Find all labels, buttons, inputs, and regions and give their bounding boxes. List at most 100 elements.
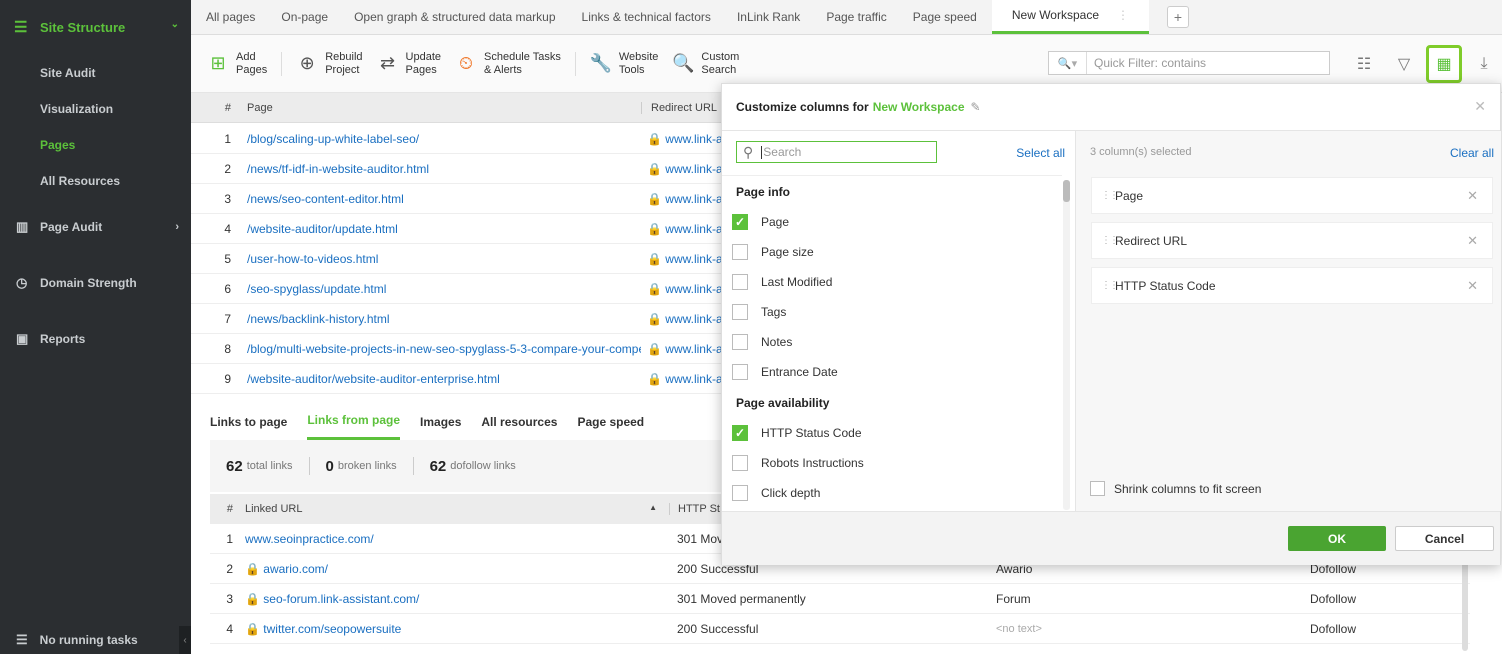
checkbox[interactable] [732, 485, 748, 501]
task-status[interactable]: ☰ No running tasks [0, 626, 191, 654]
page-link[interactable]: /website-auditor/website-auditor-enterpr… [245, 372, 641, 386]
page-link[interactable]: /seo-spyglass/update.html [245, 282, 641, 296]
sidebar-header-site-structure[interactable]: ☰ Site Structure ⌄ [0, 0, 191, 55]
table-row[interactable]: 1/blog/scaling-up-white-label-seo/🔒 www.… [191, 124, 731, 154]
selected-column-redirect-url[interactable]: ⋮⋮ Redirect URL ✕ [1091, 222, 1493, 259]
export-icon[interactable]: ⤓ [1466, 45, 1502, 83]
column-option-click-depth[interactable]: Click depth [722, 478, 1062, 508]
tab-page-speed[interactable]: Page speed [902, 0, 988, 34]
column-option-entrance-date[interactable]: Entrance Date [722, 357, 1062, 387]
checkbox[interactable] [732, 244, 748, 260]
tab-page-traffic[interactable]: Page traffic [815, 0, 897, 34]
page-link[interactable]: /blog/scaling-up-white-label-seo/ [245, 132, 641, 146]
clear-all-link[interactable]: Clear all [1450, 146, 1494, 160]
checkbox[interactable] [732, 274, 748, 290]
column-header-linked-url[interactable]: Linked URL ▲ [245, 503, 669, 515]
redirect-link[interactable]: 🔒 www.link-a [641, 342, 723, 356]
page-link[interactable]: /blog/multi-website-projects-in-new-seo-… [245, 342, 641, 356]
tab-links-to-page[interactable]: Links to page [210, 403, 287, 440]
column-option-last-modified[interactable]: Last Modified [722, 267, 1062, 297]
sidebar-collapse-toggle[interactable]: ‹ [179, 626, 191, 654]
quick-filter-input[interactable]: 🔍▾ Quick Filter: contains [1048, 51, 1330, 75]
list-view-icon[interactable]: ☷ [1346, 45, 1382, 83]
checkbox-checked[interactable]: ✓ [732, 425, 748, 441]
website-tools-button[interactable]: 🔧 Website Tools [590, 51, 659, 77]
sidebar-item-site-audit[interactable]: Site Audit [0, 55, 191, 91]
table-row[interactable]: 6/seo-spyglass/update.html 🔒 www.link-a [191, 274, 731, 304]
redirect-link[interactable]: 🔒 www.link-a [641, 222, 723, 236]
sidebar-item-visualization[interactable]: Visualization [0, 91, 191, 127]
sidebar-item-all-resources[interactable]: All Resources [0, 163, 191, 199]
close-icon[interactable]: ✕ [1474, 98, 1486, 115]
redirect-link[interactable]: 🔒 www.link-a [641, 162, 723, 176]
drag-handle-icon[interactable]: ⋮⋮ [1101, 190, 1119, 200]
remove-icon[interactable]: ✕ [1467, 188, 1478, 204]
checkbox-checked[interactable]: ✓ [732, 214, 748, 230]
column-header-number[interactable]: # [191, 102, 245, 114]
selected-column-http-status-code[interactable]: ⋮⋮ HTTP Status Code ✕ [1091, 267, 1493, 304]
tab-on-page[interactable]: On-page [270, 0, 339, 34]
column-header-number[interactable]: # [210, 503, 245, 515]
links-table-scrollbar[interactable] [1462, 555, 1468, 651]
drag-handle-icon[interactable]: ⋮⋮ [1101, 280, 1119, 290]
redirect-link[interactable]: 🔒 www.link-a [641, 132, 723, 146]
table-row[interactable]: 3/news/seo-content-editor.html 🔒 www.link… [191, 184, 731, 214]
table-row[interactable]: 8/blog/multi-website-projects-in-new-seo… [191, 334, 731, 364]
table-row[interactable]: 4 🔒 twitter.com/seopowersuite 200 Successf… [210, 614, 1470, 644]
checkbox[interactable] [732, 455, 748, 471]
redirect-link[interactable]: 🔒 www.link-a [641, 252, 723, 266]
rebuild-project-button[interactable]: ⊕ Rebuild Project [296, 51, 363, 77]
linked-url[interactable]: 🔒 seo-forum.link-assistant.com/ [245, 592, 669, 606]
remove-icon[interactable]: ✕ [1467, 233, 1478, 249]
column-option-page-size[interactable]: Page size [722, 237, 1062, 267]
linked-url[interactable]: 🔒 awario.com/ [245, 562, 669, 576]
tab-links-from-page[interactable]: Links from page [307, 403, 401, 440]
column-option-page[interactable]: ✓ Page [722, 207, 1062, 237]
table-row[interactable]: 5/user-how-to-videos.html 🔒 www.link-a [191, 244, 731, 274]
redirect-link[interactable]: 🔒 www.link-a [641, 282, 723, 296]
tab-new-workspace[interactable]: New Workspace ⋮ [991, 0, 1149, 34]
tab-page-speed-detail[interactable]: Page speed [577, 403, 644, 440]
tab-links-technical[interactable]: Links & technical factors [571, 0, 722, 34]
column-option-tags[interactable]: Tags [722, 297, 1062, 327]
tab-inlink-rank[interactable]: InLink Rank [726, 0, 811, 34]
add-pages-button[interactable]: ⊞ Add Pages [207, 51, 267, 77]
selected-column-page[interactable]: ⋮⋮ Page ✕ [1091, 177, 1493, 214]
page-link[interactable]: /website-auditor/update.html [245, 222, 641, 236]
table-row[interactable]: 4/website-auditor/update.html 🔒 www.link-… [191, 214, 731, 244]
column-header-page[interactable]: Page [245, 102, 641, 114]
column-option-notes[interactable]: Notes [722, 327, 1062, 357]
redirect-link[interactable]: 🔒 www.link-a [641, 192, 723, 206]
sidebar-item-page-audit[interactable]: ▥ Page Audit › [0, 199, 191, 255]
linked-url[interactable]: www.seoinpractice.com/ [245, 532, 669, 546]
column-header-http-status[interactable]: HTTP St [669, 503, 720, 515]
custom-search-button[interactable]: 🔍 Custom Search [672, 51, 739, 77]
tab-open-graph[interactable]: Open graph & structured data markup [343, 0, 566, 34]
checkbox[interactable] [732, 334, 748, 350]
sidebar-item-pages[interactable]: Pages [0, 127, 191, 163]
pencil-icon[interactable]: ✎ [971, 100, 981, 114]
scrollbar-thumb[interactable] [1063, 180, 1070, 202]
tab-all-resources[interactable]: All resources [481, 403, 557, 440]
page-link[interactable]: /news/tf-idf-in-website-auditor.html [245, 162, 641, 176]
redirect-link[interactable]: 🔒 www.link-a [641, 372, 723, 386]
ok-button[interactable]: OK [1288, 526, 1386, 551]
tab-all-pages[interactable]: All pages [195, 0, 266, 34]
column-list-scrollbar[interactable] [1063, 180, 1070, 510]
filter-search-dropdown-icon[interactable]: 🔍▾ [1049, 52, 1087, 74]
update-pages-button[interactable]: ⇄ Update Pages [377, 51, 441, 77]
remove-icon[interactable]: ✕ [1467, 278, 1478, 294]
column-search-input[interactable]: ⚲ Search [736, 141, 937, 163]
cancel-button[interactable]: Cancel [1395, 526, 1494, 551]
page-link[interactable]: /user-how-to-videos.html [245, 252, 641, 266]
more-vertical-icon[interactable]: ⋮ [1117, 8, 1129, 22]
checkbox[interactable] [732, 304, 748, 320]
shrink-columns-option[interactable]: Shrink columns to fit screen [1090, 481, 1261, 496]
page-link[interactable]: /news/backlink-history.html [245, 312, 641, 326]
table-row[interactable]: 7/news/backlink-history.html 🔒 www.link-a [191, 304, 731, 334]
add-tab-button[interactable]: + [1167, 6, 1189, 28]
table-row[interactable]: 3 🔒 seo-forum.link-assistant.com/301 Move… [210, 584, 1470, 614]
select-all-link[interactable]: Select all [1016, 146, 1065, 160]
drag-handle-icon[interactable]: ⋮⋮ [1101, 235, 1119, 245]
tab-images[interactable]: Images [420, 403, 461, 440]
